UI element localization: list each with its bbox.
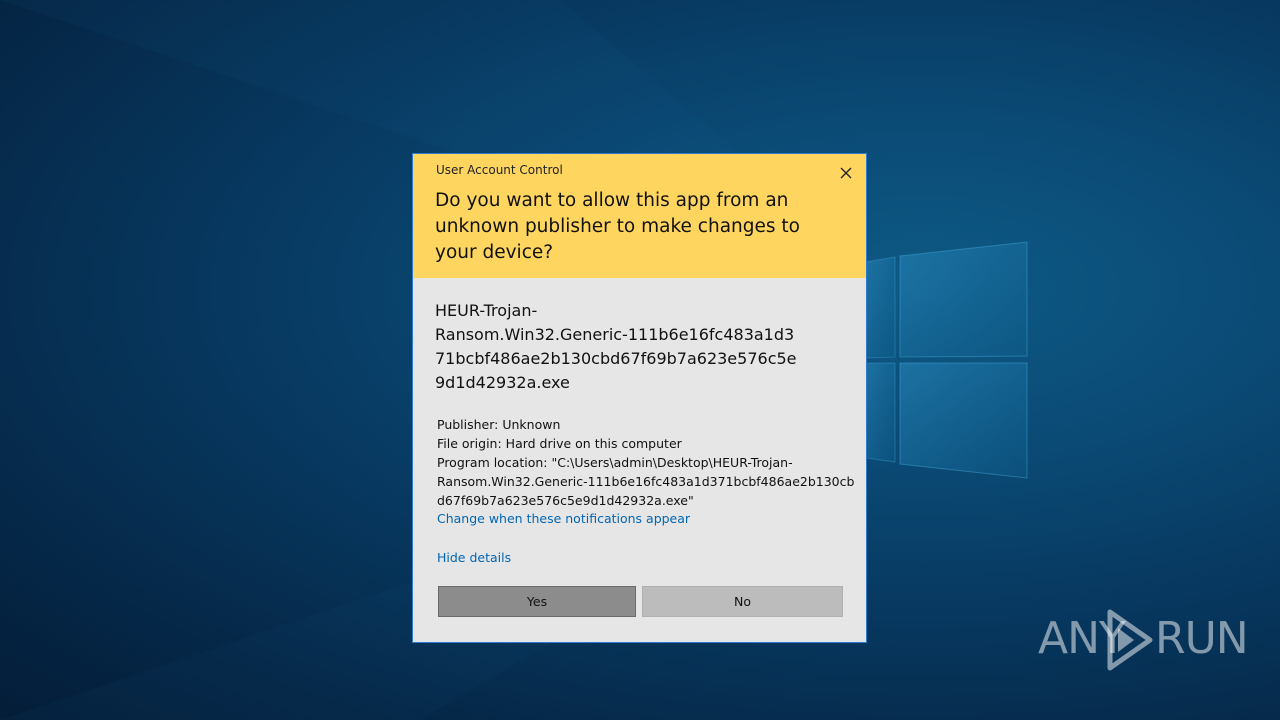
no-button[interactable]: No xyxy=(642,586,843,617)
app-name-line: Ransom.Win32.Generic-111b6e16fc483a1d3 xyxy=(435,325,795,344)
program-location-line: d67f69b7a623e576c5e9d1d42932a.exe" xyxy=(437,493,694,508)
dialog-title: User Account Control xyxy=(436,163,563,177)
file-origin-text: File origin: Hard drive on this computer xyxy=(437,436,682,451)
anyrun-watermark: ANY RUN xyxy=(1038,606,1249,676)
program-location-line: Program location: "C:\Users\admin\Deskto… xyxy=(437,455,793,470)
close-icon xyxy=(840,167,852,179)
play-icon xyxy=(1107,609,1153,671)
app-name-line: HEUR-Trojan- xyxy=(435,301,538,320)
watermark-run-text: RUN xyxy=(1155,613,1249,664)
details-section: Publisher: Unknown File origin: Hard dri… xyxy=(437,415,857,510)
close-button[interactable] xyxy=(831,158,861,188)
change-notifications-link[interactable]: Change when these notifications appear xyxy=(437,509,690,528)
app-name-line: 9d1d42932a.exe xyxy=(435,373,570,392)
uac-header: User Account Control Do you want to allo… xyxy=(413,154,866,278)
uac-question: Do you want to allow this app from an un… xyxy=(435,190,800,263)
app-name-line: 71bcbf486ae2b130cbd67f69b7a623e576c5e xyxy=(435,349,797,368)
hide-details-link[interactable]: Hide details xyxy=(437,548,511,567)
program-location-line: Ransom.Win32.Generic-111b6e16fc483a1d371… xyxy=(437,474,855,489)
yes-button[interactable]: Yes xyxy=(438,586,636,617)
app-name: HEUR-Trojan- Ransom.Win32.Generic-111b6e… xyxy=(435,299,850,395)
publisher-text: Publisher: Unknown xyxy=(437,417,561,432)
uac-dialog: User Account Control Do you want to allo… xyxy=(413,154,866,642)
